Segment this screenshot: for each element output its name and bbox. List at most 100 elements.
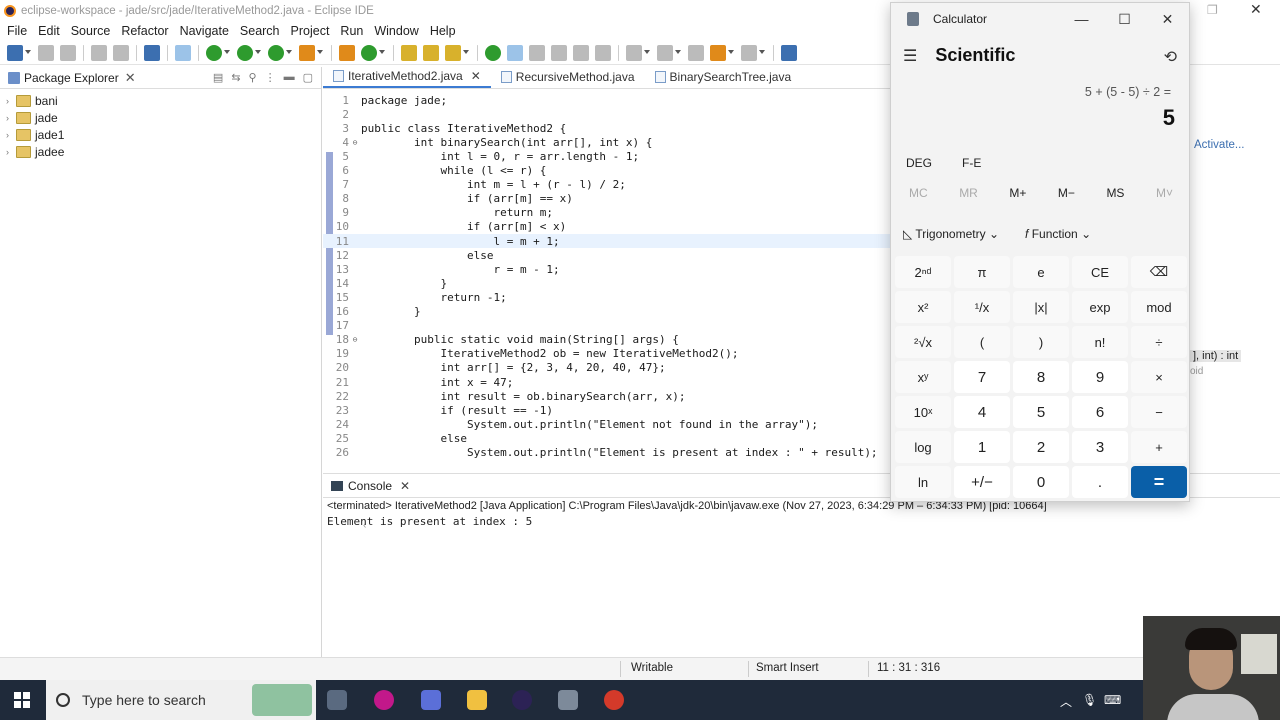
chevron-down-icon[interactable] xyxy=(759,49,765,56)
code-line[interactable]: 4 ⊖ int binarySearch(int arr[], int x) { xyxy=(323,135,890,149)
code-line[interactable]: 17 xyxy=(323,319,890,333)
project-item[interactable]: › bani xyxy=(0,92,321,109)
code-line[interactable]: 2 xyxy=(323,107,890,121)
code-line[interactable]: 5 int l = 0, r = arr.length - 1; xyxy=(323,149,890,163)
chevron-down-icon[interactable] xyxy=(286,49,292,56)
editor-tab[interactable]: BinarySearchTree.java xyxy=(645,66,802,88)
calc-key[interactable]: 8 xyxy=(1013,361,1069,393)
open-task-icon[interactable] xyxy=(423,44,439,61)
function-dropdown[interactable]: f Function ⌄ xyxy=(1025,227,1091,241)
code-line[interactable]: 26 System.out.println("Element is presen… xyxy=(323,446,890,460)
chevron-down-icon[interactable] xyxy=(255,49,261,56)
memory-button[interactable]: MR xyxy=(959,186,978,200)
calc-key[interactable]: x² xyxy=(895,291,951,323)
next-annotation-icon[interactable] xyxy=(626,44,642,61)
code-line[interactable]: 20 int arr[] = {2, 3, 4, 20, 40, 47}; xyxy=(323,361,890,375)
link-editor-icon[interactable]: ⇆ xyxy=(231,71,240,84)
calc-key[interactable]: ¹/x xyxy=(954,291,1010,323)
calc-key[interactable]: 0 xyxy=(1013,466,1069,498)
chevron-right-icon[interactable]: › xyxy=(6,130,16,140)
chevron-down-icon[interactable] xyxy=(25,49,31,56)
calc-key[interactable]: ⌫ xyxy=(1131,256,1187,288)
menu-item-file[interactable]: File xyxy=(3,24,31,38)
memory-button[interactable]: MS xyxy=(1106,186,1124,200)
code-line[interactable]: 25 else xyxy=(323,431,890,445)
skip-breakpoints-icon[interactable] xyxy=(175,44,191,61)
menu-item-refactor[interactable]: Refactor xyxy=(117,24,172,38)
menu-item-run[interactable]: Run xyxy=(336,24,367,38)
redo-icon[interactable] xyxy=(113,44,129,61)
status-insert-mode[interactable]: Smart Insert xyxy=(756,662,819,674)
outline-method-signature[interactable]: ], int) : int xyxy=(1190,350,1242,362)
menu-item-edit[interactable]: Edit xyxy=(34,24,64,38)
menu-item-search[interactable]: Search xyxy=(236,24,284,38)
console-output[interactable]: Element is present at index : 5 xyxy=(323,514,1280,529)
calc-key[interactable]: ²√x xyxy=(895,326,951,358)
code-line[interactable]: 14 } xyxy=(323,276,890,290)
chevron-down-icon[interactable] xyxy=(644,49,650,56)
memory-button[interactable]: M˅ xyxy=(1156,186,1173,200)
project-item[interactable]: › jadee xyxy=(0,143,321,160)
activate-link[interactable]: Activate... xyxy=(1194,139,1245,151)
code-line[interactable]: 1 package jade; xyxy=(323,93,890,107)
task-view-icon[interactable] xyxy=(327,690,347,710)
chevron-down-icon[interactable] xyxy=(224,49,230,56)
code-line[interactable]: 11 l = m + 1; xyxy=(323,234,890,248)
back-icon[interactable] xyxy=(710,44,726,61)
open-perspective-icon[interactable] xyxy=(781,44,797,61)
fixed-exponent-button[interactable]: F-E xyxy=(962,156,981,170)
code-line[interactable]: 6 while (l <= r) { xyxy=(323,164,890,178)
new-icon[interactable] xyxy=(7,44,23,61)
undo-icon[interactable] xyxy=(91,44,107,61)
new-java-package-icon[interactable] xyxy=(339,44,355,61)
history-icon[interactable]: ⟲ xyxy=(1164,47,1177,67)
memory-button[interactable]: M+ xyxy=(1009,186,1026,200)
calc-key[interactable]: π xyxy=(954,256,1010,288)
calc-key[interactable]: exp xyxy=(1072,291,1128,323)
debug-icon[interactable] xyxy=(206,44,222,61)
calc-key[interactable]: n! xyxy=(1072,326,1128,358)
show-hidden-icons-icon[interactable]: ︿ xyxy=(1060,693,1072,710)
calc-key[interactable]: 2 xyxy=(1013,431,1069,463)
minimize-icon[interactable]: — xyxy=(1060,11,1103,28)
toggle-breadcrumb-icon[interactable] xyxy=(485,44,501,61)
calc-key[interactable]: 1 xyxy=(954,431,1010,463)
calc-key[interactable]: ÷ xyxy=(1131,326,1187,358)
chevron-right-icon[interactable]: › xyxy=(6,96,16,106)
calc-key[interactable]: 4 xyxy=(954,396,1010,428)
chevron-down-icon[interactable] xyxy=(379,49,385,56)
calc-key[interactable]: 9 xyxy=(1072,361,1128,393)
calc-key[interactable]: ) xyxy=(1013,326,1069,358)
calc-key[interactable]: − xyxy=(1131,396,1187,428)
word-wrap-icon[interactable] xyxy=(529,44,545,61)
angle-unit-button[interactable]: DEG xyxy=(906,156,932,170)
close-window-icon[interactable]: ✕ xyxy=(1250,1,1262,18)
screen-recorder-icon[interactable] xyxy=(604,690,624,710)
trigonometry-dropdown[interactable]: ◺ Trigonometry ⌄ xyxy=(903,227,999,241)
calc-key[interactable]: 3 xyxy=(1072,431,1128,463)
block-selection-icon[interactable] xyxy=(551,44,567,61)
calc-key[interactable]: ln xyxy=(895,466,951,498)
file-explorer-icon[interactable] xyxy=(467,690,487,710)
view-menu-icon[interactable]: ⋮ xyxy=(265,71,276,84)
windows-start-icon[interactable] xyxy=(14,692,30,708)
calc-key[interactable]: ( xyxy=(954,326,1010,358)
close-icon[interactable]: ✕ xyxy=(471,69,481,83)
calculator-taskbar-icon[interactable] xyxy=(558,690,578,710)
menu-item-project[interactable]: Project xyxy=(287,24,334,38)
calc-key[interactable]: × xyxy=(1131,361,1187,393)
code-line[interactable]: 21 int x = 47; xyxy=(323,375,890,389)
code-line[interactable]: 22 int result = ob.binarySearch(arr, x); xyxy=(323,389,890,403)
code-line[interactable]: 12 else xyxy=(323,248,890,262)
chevron-down-icon[interactable] xyxy=(675,49,681,56)
calc-key[interactable]: + xyxy=(1131,431,1187,463)
fold-toggle-icon[interactable]: ⊖ xyxy=(349,138,361,147)
calc-key[interactable]: log xyxy=(895,431,951,463)
calc-key[interactable]: 7 xyxy=(954,361,1010,393)
calc-key[interactable]: e xyxy=(1013,256,1069,288)
menu-item-window[interactable]: Window xyxy=(370,24,422,38)
eclipse-taskbar-icon[interactable] xyxy=(512,690,532,710)
keyboard-icon[interactable]: ⌨ xyxy=(1104,693,1121,707)
package-explorer-tab[interactable]: Package Explorer ✕ ▤ ⇆ ⚲ ⋮ ▬ ▢ xyxy=(0,67,321,89)
code-line[interactable]: 13 r = m - 1; xyxy=(323,262,890,276)
